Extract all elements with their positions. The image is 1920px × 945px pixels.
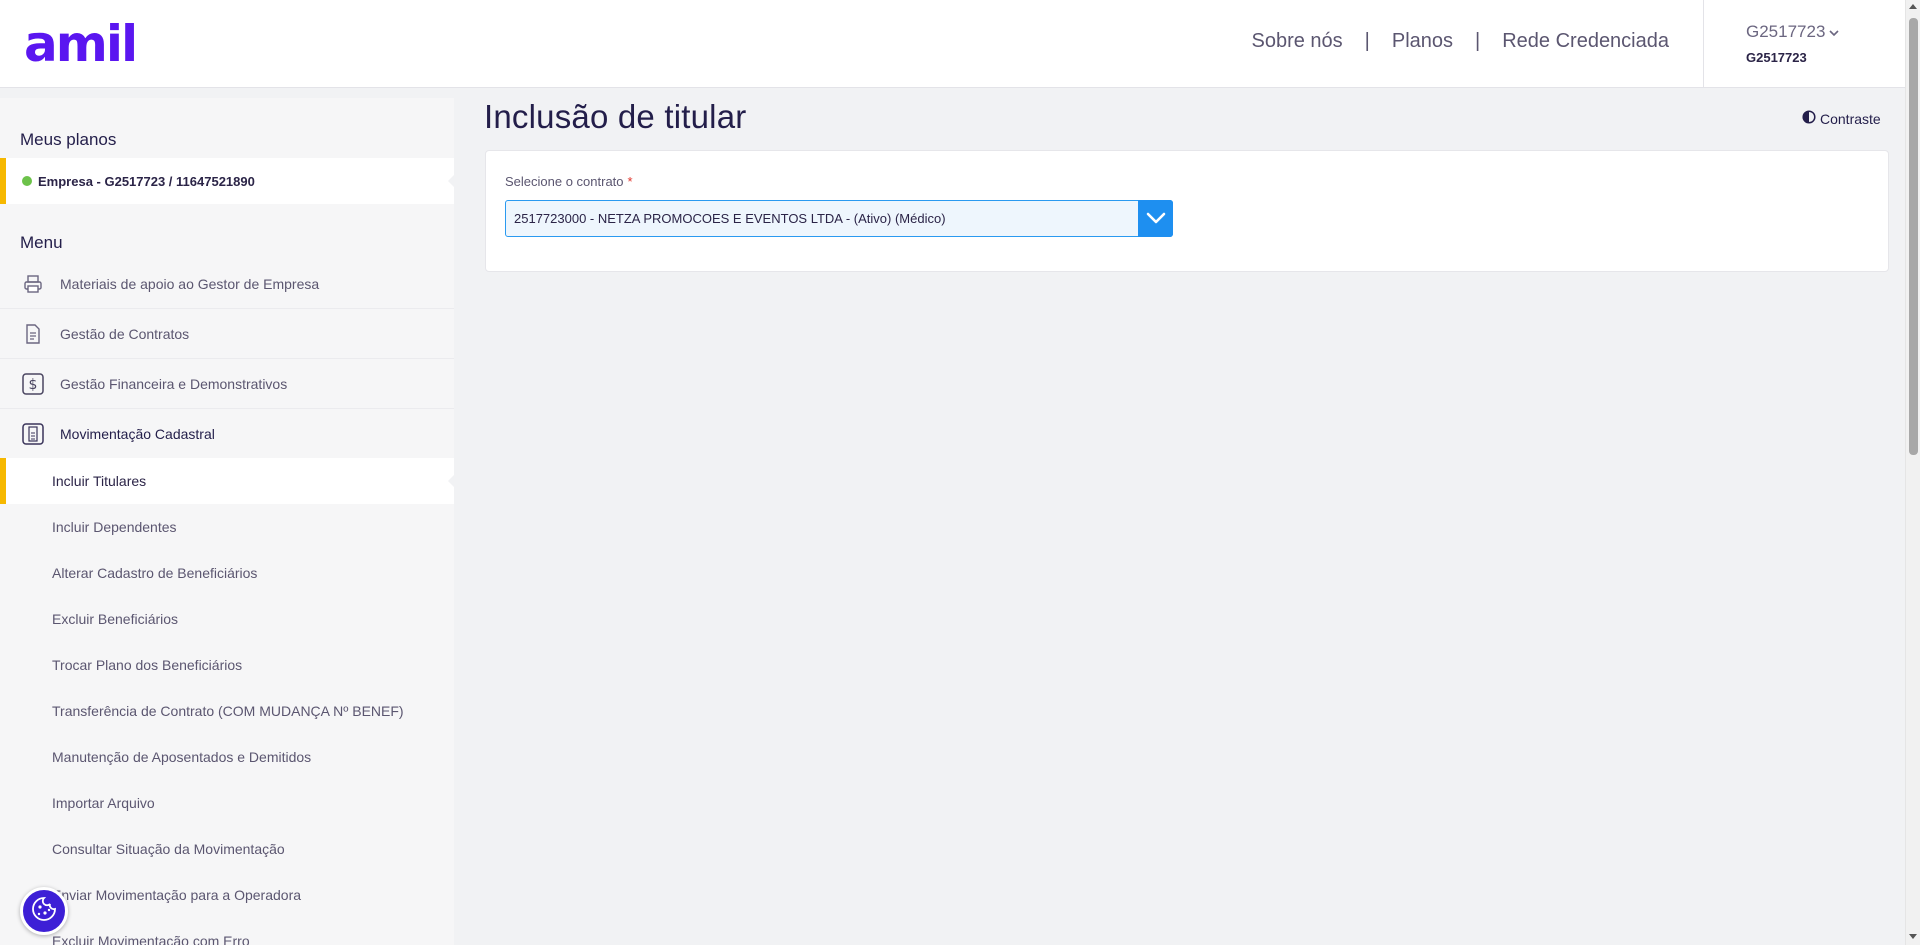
user-name: G2517723 [1746, 22, 1826, 41]
sub-item-incluir-titulares[interactable]: Incluir Titulares [0, 458, 454, 504]
cookie-icon [30, 895, 58, 928]
menu-item-label: Movimentação Cadastral [60, 425, 215, 442]
cookie-settings-button[interactable] [20, 887, 68, 935]
sub-item-excluir-beneficiarios[interactable]: Excluir Beneficiários [0, 596, 454, 642]
menu-item-materiais[interactable]: Materiais de apoio ao Gestor de Empresa [0, 259, 454, 309]
user-id: G2517723 [1746, 50, 1807, 65]
menu-item-label: Gestão Financeira e Demonstrativos [60, 375, 288, 392]
contrast-label: Contraste [1820, 110, 1881, 127]
nav-sobre-nos[interactable]: Sobre nós [1251, 30, 1342, 53]
page-title: Inclusão de titular [484, 98, 747, 135]
sub-item-manutencao-aposentados[interactable]: Manutenção de Aposentados e Demitidos [0, 734, 454, 780]
sub-item-alterar-cadastro[interactable]: Alterar Cadastro de Beneficiários [0, 550, 454, 596]
amil-logo[interactable]: amil [24, 14, 138, 74]
menu-item-gestao-financeira[interactable]: $ Gestão Financeira e Demonstrativos [0, 359, 454, 409]
document-icon [22, 322, 44, 346]
chevron-down-icon [1829, 22, 1839, 42]
sub-item-trocar-plano[interactable]: Trocar Plano dos Beneficiários [0, 642, 454, 688]
sidebar: Meus planos Empresa - G2517723 / 1164752… [0, 98, 455, 945]
user-menu-toggle[interactable]: G2517723 [1746, 22, 1839, 42]
top-header: amil Sobre nós | Planos | Rede Credencia… [0, 0, 1905, 88]
printer-icon [22, 272, 44, 296]
sub-item-excluir-movimentacao[interactable]: Excluir Movimentação com Erro [0, 918, 454, 945]
sub-item-enviar-movimentacao[interactable]: Enviar Movimentação para a Operadora [0, 872, 454, 918]
user-menu: G2517723 G2517723 [1703, 0, 1905, 88]
dollar-icon: $ [22, 372, 44, 396]
clipboard-icon [22, 422, 44, 446]
menu-heading: Menu [20, 233, 63, 252]
contract-select-value: 2517723000 - NETZA PROMOCOES E EVENTOS L… [514, 211, 946, 226]
plans-heading: Meus planos [20, 130, 117, 149]
status-dot-icon [22, 176, 32, 186]
contract-field-label: Selecione o contrato * [505, 174, 633, 189]
nav-rede-credenciada[interactable]: Rede Credenciada [1502, 30, 1669, 53]
active-notch [448, 174, 455, 188]
nav-separator: | [1475, 30, 1481, 52]
sub-item-incluir-dependentes[interactable]: Incluir Dependentes [0, 504, 454, 550]
chevron-down-icon[interactable] [1138, 199, 1173, 237]
active-notch [448, 474, 455, 488]
menu-item-gestao-contratos[interactable]: Gestão de Contratos [0, 309, 454, 359]
sub-item-consultar-situacao[interactable]: Consultar Situação da Movimentação [0, 826, 454, 872]
plan-selector[interactable]: Empresa - G2517723 / 11647521890 [0, 158, 455, 204]
contract-label-text: Selecione o contrato [505, 174, 624, 189]
contract-card: Selecione o contrato * 2517723000 - NETZA… [485, 150, 1889, 272]
required-marker: * [627, 174, 633, 189]
plan-label: Empresa - G2517723 / 11647521890 [38, 173, 255, 189]
menu-item-label: Materiais de apoio ao Gestor de Empresa [60, 275, 320, 292]
svg-text:$: $ [29, 377, 38, 393]
contrast-icon [1802, 110, 1816, 127]
scroll-down-arrow-icon[interactable] [1909, 934, 1917, 939]
menu-item-label: Gestão de Contratos [60, 325, 190, 342]
sub-item-importar-arquivo[interactable]: Importar Arquivo [0, 780, 454, 826]
contrast-toggle[interactable]: Contraste [1802, 110, 1881, 127]
nav-planos[interactable]: Planos [1392, 30, 1453, 53]
nav-separator: | [1364, 30, 1370, 52]
contract-select[interactable]: 2517723000 - NETZA PROMOCOES E EVENTOS L… [505, 199, 1173, 237]
scroll-up-arrow-icon[interactable] [1909, 4, 1917, 9]
sub-item-transferencia-contrato[interactable]: Transferência de Contrato (COM MUDANÇA N… [0, 688, 454, 734]
top-nav: Sobre nós | Planos | Rede Credenciada [1251, 30, 1669, 53]
page-scrollbar[interactable] [1905, 0, 1920, 945]
menu-item-movimentacao-cadastral[interactable]: Movimentação Cadastral [0, 409, 454, 459]
scroll-thumb[interactable] [1909, 18, 1918, 455]
